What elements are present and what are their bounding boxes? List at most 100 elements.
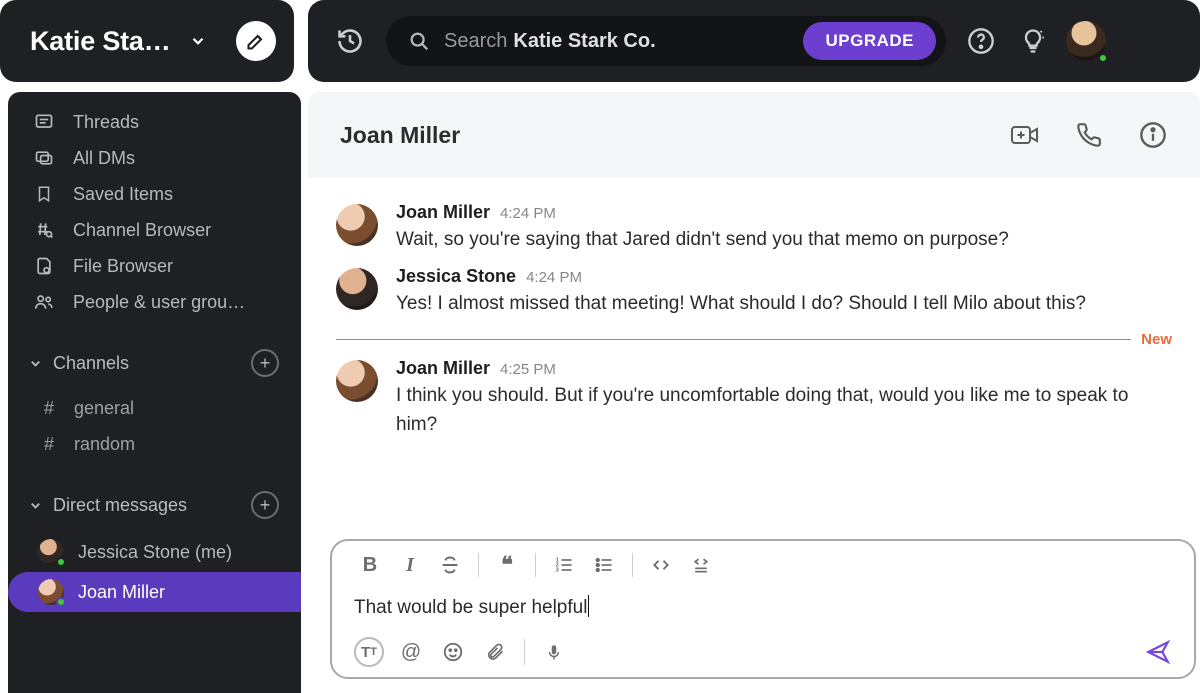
people-icon: [33, 291, 55, 313]
message: Joan Miller 4:25 PM I think you should. …: [336, 352, 1172, 446]
conversation: Joan Miller Joan Miller 4:24: [308, 92, 1200, 693]
chevron-down-icon: [28, 356, 43, 371]
new-messages-divider: New: [336, 331, 1172, 348]
sidebar-label: All DMs: [73, 148, 135, 169]
message-author: Joan Miller: [396, 202, 490, 223]
hash-icon: #: [40, 398, 58, 419]
all-dms-icon: [33, 147, 55, 169]
channel-label: random: [74, 434, 135, 455]
dm-item-joan[interactable]: Joan Miller: [8, 572, 301, 612]
search-label: Search: [444, 30, 507, 53]
composer: B I ❝ 123: [330, 539, 1196, 679]
message-author: Jessica Stone: [396, 266, 516, 287]
call-button[interactable]: [1074, 120, 1104, 150]
sidebar-label: People & user grou…: [73, 292, 245, 313]
message-text: I think you should. But if you're uncomf…: [396, 381, 1172, 440]
section-direct-messages[interactable]: Direct messages +: [8, 488, 301, 522]
blockquote-button[interactable]: ❝: [487, 548, 527, 582]
presence-online-icon: [56, 557, 66, 567]
search-context: Katie Stark Co.: [513, 30, 655, 53]
sidebar-item-people[interactable]: People & user grou…: [8, 284, 301, 320]
send-button[interactable]: [1136, 633, 1180, 671]
search-input[interactable]: Search Katie Stark Co. UPGRADE: [386, 16, 946, 66]
sidebar-label: Saved Items: [73, 184, 173, 205]
search-icon: [408, 30, 430, 52]
typed-text: That would be super helpful: [354, 597, 587, 618]
message-text: Yes! I almost missed that meeting! What …: [396, 289, 1172, 318]
emoji-button[interactable]: [432, 633, 474, 671]
message-list: Joan Miller 4:24 PM Wait, so you're sayi…: [308, 178, 1200, 446]
chevron-down-icon: [28, 498, 43, 513]
threads-icon: [33, 111, 55, 133]
dm-item-jessica[interactable]: Jessica Stone (me): [8, 532, 301, 572]
compose-button[interactable]: [236, 21, 276, 61]
dm-label: Jessica Stone (me): [78, 542, 232, 563]
svg-text:3: 3: [556, 568, 560, 574]
section-channels[interactable]: Channels +: [8, 346, 301, 380]
composer-actions: TT @: [332, 627, 1194, 677]
attachment-button[interactable]: [474, 633, 516, 671]
workspace-name: Katie Sta…: [30, 26, 171, 57]
presence-online-icon: [56, 597, 66, 607]
sidebar-label: Threads: [73, 112, 139, 133]
message-time: 4:24 PM: [500, 205, 556, 222]
text-caret: [588, 595, 589, 617]
sidebar-item-file-browser[interactable]: File Browser: [8, 248, 301, 284]
avatar: [336, 204, 378, 246]
divider-label: New: [1131, 331, 1172, 348]
avatar: [336, 360, 378, 402]
help-button[interactable]: [964, 24, 998, 58]
sidebar-item-all-dms[interactable]: All DMs: [8, 140, 301, 176]
file-browser-icon: [33, 255, 55, 277]
add-video-button[interactable]: [1010, 120, 1040, 150]
history-button[interactable]: [330, 21, 370, 61]
sidebar-label: File Browser: [73, 256, 173, 277]
text-format-toggle[interactable]: TT: [354, 637, 384, 667]
sidebar-item-threads[interactable]: Threads: [8, 104, 301, 140]
strikethrough-button[interactable]: [430, 548, 470, 582]
section-label: Channels: [53, 353, 129, 374]
section-label: Direct messages: [53, 495, 187, 516]
message-input[interactable]: That would be super helpful: [332, 589, 1194, 627]
bold-button[interactable]: B: [350, 548, 390, 582]
dm-label: Joan Miller: [78, 582, 165, 603]
bulleted-list-button[interactable]: [584, 548, 624, 582]
avatar: [38, 539, 64, 565]
sidebar-item-saved[interactable]: Saved Items: [8, 176, 301, 212]
chevron-down-icon: [189, 32, 207, 50]
message-author: Joan Miller: [396, 358, 490, 379]
italic-button[interactable]: I: [390, 548, 430, 582]
sidebar-panel: Threads All DMs Saved Items Channel Brow…: [8, 92, 301, 693]
user-avatar[interactable]: [1066, 21, 1106, 61]
upgrade-button[interactable]: UPGRADE: [803, 22, 936, 60]
bookmark-icon: [33, 183, 55, 205]
hash-icon: #: [40, 434, 58, 455]
code-button[interactable]: [641, 548, 681, 582]
ordered-list-button[interactable]: 123: [544, 548, 584, 582]
lightbulb-button[interactable]: [1016, 24, 1050, 58]
presence-online-icon: [1098, 53, 1108, 63]
message-time: 4:25 PM: [500, 361, 556, 378]
top-bar: Search Katie Stark Co. UPGRADE: [308, 0, 1200, 82]
code-block-button[interactable]: [681, 548, 721, 582]
conversation-header: Joan Miller: [308, 92, 1200, 178]
message-text: Wait, so you're saying that Jared didn't…: [396, 225, 1172, 254]
main: Search Katie Stark Co. UPGRADE Joan Mill…: [308, 0, 1200, 693]
microphone-button[interactable]: [533, 633, 575, 671]
message-time: 4:24 PM: [526, 269, 582, 286]
sidebar-item-channel-browser[interactable]: Channel Browser: [8, 212, 301, 248]
message: Joan Miller 4:24 PM Wait, so you're sayi…: [336, 196, 1172, 260]
add-channel-button[interactable]: +: [251, 349, 279, 377]
workspace-switcher[interactable]: Katie Sta…: [0, 0, 294, 82]
channel-item-general[interactable]: # general: [8, 390, 301, 426]
sidebar-label: Channel Browser: [73, 220, 211, 241]
add-dm-button[interactable]: +: [251, 491, 279, 519]
message: Jessica Stone 4:24 PM Yes! I almost miss…: [336, 260, 1172, 324]
info-button[interactable]: [1138, 120, 1168, 150]
channel-label: general: [74, 398, 134, 419]
avatar: [336, 268, 378, 310]
mention-button[interactable]: @: [390, 633, 432, 671]
channel-item-random[interactable]: # random: [8, 426, 301, 462]
sidebar: Katie Sta… Threads All DMs Saved Ite: [0, 0, 301, 693]
conversation-title: Joan Miller: [340, 122, 1010, 149]
